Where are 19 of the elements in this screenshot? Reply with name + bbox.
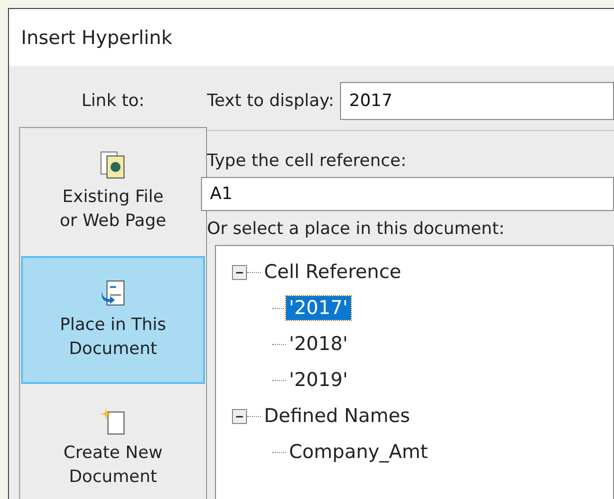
window-title: Insert Hyperlink — [21, 26, 172, 48]
new-document-icon — [100, 407, 126, 437]
tree-node[interactable]: Company_Amt — [286, 440, 431, 464]
collapse-toggle[interactable] — [232, 264, 247, 280]
cell-reference-label: Type the cell reference: — [207, 151, 406, 171]
document-globe-icon — [100, 151, 126, 181]
tree-node[interactable]: Cell Reference — [261, 260, 404, 284]
tree-node[interactable]: '2018' — [286, 332, 351, 356]
tree-node[interactable]: '2017' — [286, 296, 351, 320]
link-type-option[interactable]: Place in This Document — [21, 256, 205, 384]
place-tree-label: Or select a place in this document: — [207, 219, 504, 239]
text-to-display-field[interactable]: 2017 — [340, 82, 614, 120]
tree-node[interactable]: '2019' — [286, 368, 351, 392]
link-to-heading: Link to: — [80, 90, 146, 113]
tree-node[interactable]: Defined Names — [261, 404, 414, 428]
link-type-option[interactable]: Create New Document — [21, 384, 205, 499]
cell-reference-field[interactable]: A1 — [201, 177, 614, 211]
text-to-display-label: Text to display: — [207, 91, 334, 111]
collapse-toggle[interactable] — [232, 408, 247, 424]
